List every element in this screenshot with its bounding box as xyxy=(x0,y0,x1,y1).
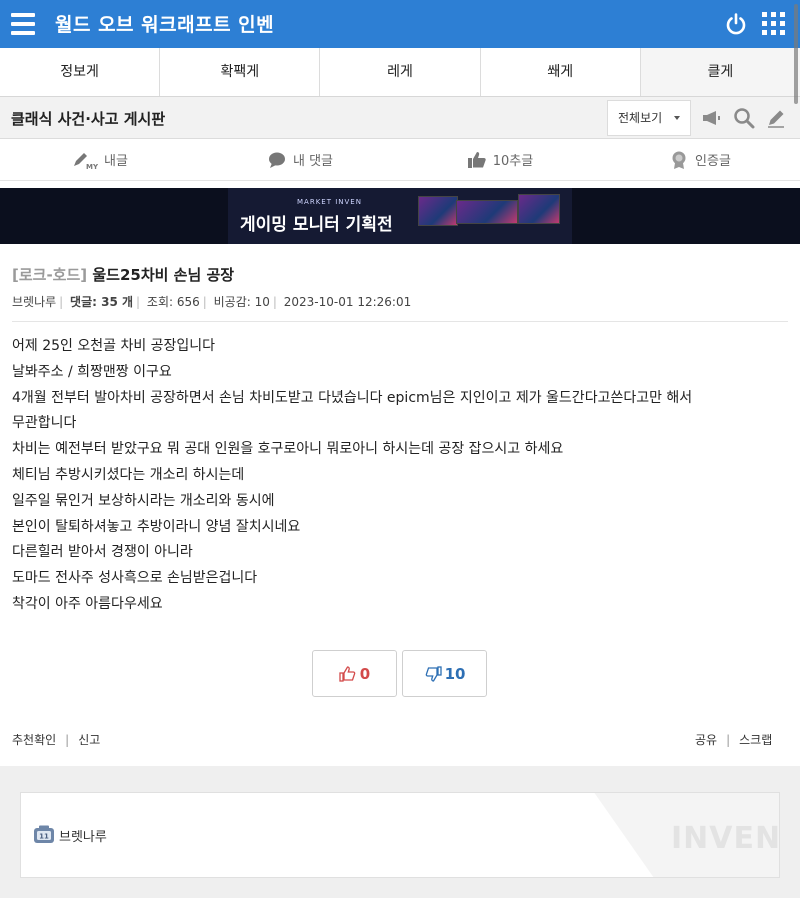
content-line: 무관합니다 xyxy=(12,415,77,432)
share-link[interactable]: 공유 xyxy=(695,733,717,747)
tool-label: 내글 xyxy=(104,154,128,169)
content-line: 차비는 예전부터 받았구요 뭐 공대 인원을 호구로아니 뭐로아니 하시는데 공… xyxy=(12,441,564,458)
author-card: INVEN 11 브렛나루 xyxy=(20,792,780,878)
comment-icon xyxy=(268,152,285,168)
board-tools: MY 내글 내 댓글 10추글 인증글 xyxy=(0,139,800,181)
post-title: [로크-호드] 울드25차비 손님 공장 xyxy=(12,264,234,285)
ad-banner[interactable]: MARKET INVEN 게이밍 모니터 기획전 xyxy=(0,188,800,244)
search-icon[interactable] xyxy=(733,107,755,129)
post-server-tag: [로크-호드] xyxy=(12,266,88,284)
grid-icon[interactable] xyxy=(762,12,786,36)
hamburger-menu-icon[interactable] xyxy=(11,13,35,35)
content-line: 일주일 묶인거 보상하시라는 개소리와 동시에 xyxy=(12,492,275,509)
site-title[interactable]: 월드 오브 워크래프트 인벤 xyxy=(55,10,274,37)
scrollbar[interactable] xyxy=(794,4,798,104)
my-post-icon: MY xyxy=(74,152,98,170)
thumbs-up-icon xyxy=(339,665,356,682)
dislike-count: 비공감: 10 xyxy=(213,295,270,309)
banner-headline: 게이밍 모니터 기획전 xyxy=(240,215,393,235)
author-box: INVEN 11 브렛나루 xyxy=(0,766,800,898)
author-name[interactable]: 브렛나루 xyxy=(59,826,107,845)
post-date: 2023-10-01 12:26:01 xyxy=(283,295,412,309)
inven-watermark: INVEN xyxy=(671,821,780,856)
thumbs-down-icon xyxy=(425,665,442,682)
comments-label: 댓글: xyxy=(70,295,97,309)
content-line: 4개월 전부터 발아차비 공장하면서 손님 차비도받고 다녔습니다 epicm님… xyxy=(12,389,693,406)
medal-icon xyxy=(672,151,686,169)
caret-down-icon xyxy=(674,116,680,120)
board-title[interactable]: 클래식 사건·사고 게시판 xyxy=(11,108,165,129)
view-select-label: 전체보기 xyxy=(618,111,663,125)
write-pencil-icon[interactable] xyxy=(765,107,787,129)
category-tab[interactable]: 레게 xyxy=(320,48,481,96)
banner-market-logo: MARKET INVEN xyxy=(297,198,362,206)
category-nav: 정보게 확팩게 레게 쐐게 클게 xyxy=(0,48,800,97)
tool-10-recommend[interactable]: 10추글 xyxy=(400,139,600,180)
content-line: 다른힐러 받아서 경쟁이 아니라 xyxy=(12,544,193,561)
content-line: 착각이 아주 아름다우세요 xyxy=(12,595,163,612)
report-link[interactable]: 신고 xyxy=(78,733,100,747)
monitor-image xyxy=(518,194,560,224)
monitor-image xyxy=(418,196,458,226)
tool-label: 내 댓글 xyxy=(292,154,333,169)
svg-text:MY: MY xyxy=(86,163,98,170)
view-select[interactable]: 전체보기 xyxy=(607,100,691,136)
category-tab[interactable]: 클게 xyxy=(640,48,800,96)
monitor-image xyxy=(456,200,518,224)
tool-my-comments[interactable]: 내 댓글 xyxy=(200,139,400,180)
content-line: 어제 25인 오천골 차비 공장입니다 xyxy=(12,338,216,354)
upvote-count: 0 xyxy=(359,664,371,683)
level-badge-icon: 11 xyxy=(33,825,54,845)
scrap-link[interactable]: 스크랩 xyxy=(739,733,772,747)
post-actions-left: 추천확인 | 신고 xyxy=(12,733,101,747)
content-line: 본인이 탈퇴하셔놓고 추방이라니 양념 잘치시네요 xyxy=(12,518,301,535)
downvote-button[interactable]: 10 xyxy=(402,650,487,697)
tool-label: 인증글 xyxy=(695,154,731,169)
power-icon[interactable] xyxy=(724,12,748,36)
category-tab[interactable]: 확팩게 xyxy=(160,48,321,96)
upvote-button[interactable]: 0 xyxy=(312,650,397,697)
svg-text:11: 11 xyxy=(39,833,49,841)
post-author[interactable]: 브렛나루 xyxy=(12,295,56,309)
top-bar: 월드 오브 워크래프트 인벤 xyxy=(0,0,800,48)
post-title-text: 울드25차비 손님 공장 xyxy=(92,266,235,284)
category-tab[interactable]: 정보게 xyxy=(0,48,161,96)
megaphone-icon[interactable] xyxy=(700,107,722,129)
board-header: 클래식 사건·사고 게시판 전체보기 xyxy=(0,97,800,139)
content-line: 날봐주소 / 희짱맨짱 이구요 xyxy=(12,363,172,380)
divider xyxy=(12,321,788,322)
post-meta: 브렛나루 | 댓글: 35 개 | 조회: 656 | 비공감: 10 | 2023-1… xyxy=(12,295,412,309)
thumbs-up-icon xyxy=(467,151,486,168)
content-line: 체티님 추방시키셨다는 개소리 하시는데 xyxy=(12,466,245,483)
post-actions-right: 공유 | 스크랩 xyxy=(695,733,773,747)
downvote-count: 10 xyxy=(444,664,466,683)
category-tab[interactable]: 쐐게 xyxy=(481,48,641,96)
recommend-check-link[interactable]: 추천확인 xyxy=(12,733,56,747)
post-content: 어제 25인 오천골 차비 공장입니다 날봐주소 / 희짱맨짱 이구요 4개월 … xyxy=(12,334,788,618)
tool-my-posts[interactable]: MY 내글 xyxy=(0,139,200,180)
tool-certified[interactable]: 인증글 xyxy=(600,139,800,180)
view-count: 조회: 656 xyxy=(146,295,200,309)
tool-label: 10추글 xyxy=(492,154,534,169)
content-line: 도마드 전사주 성사흑으로 손님받은겁니다 xyxy=(12,570,258,587)
comment-count: 35 개 xyxy=(101,295,134,309)
